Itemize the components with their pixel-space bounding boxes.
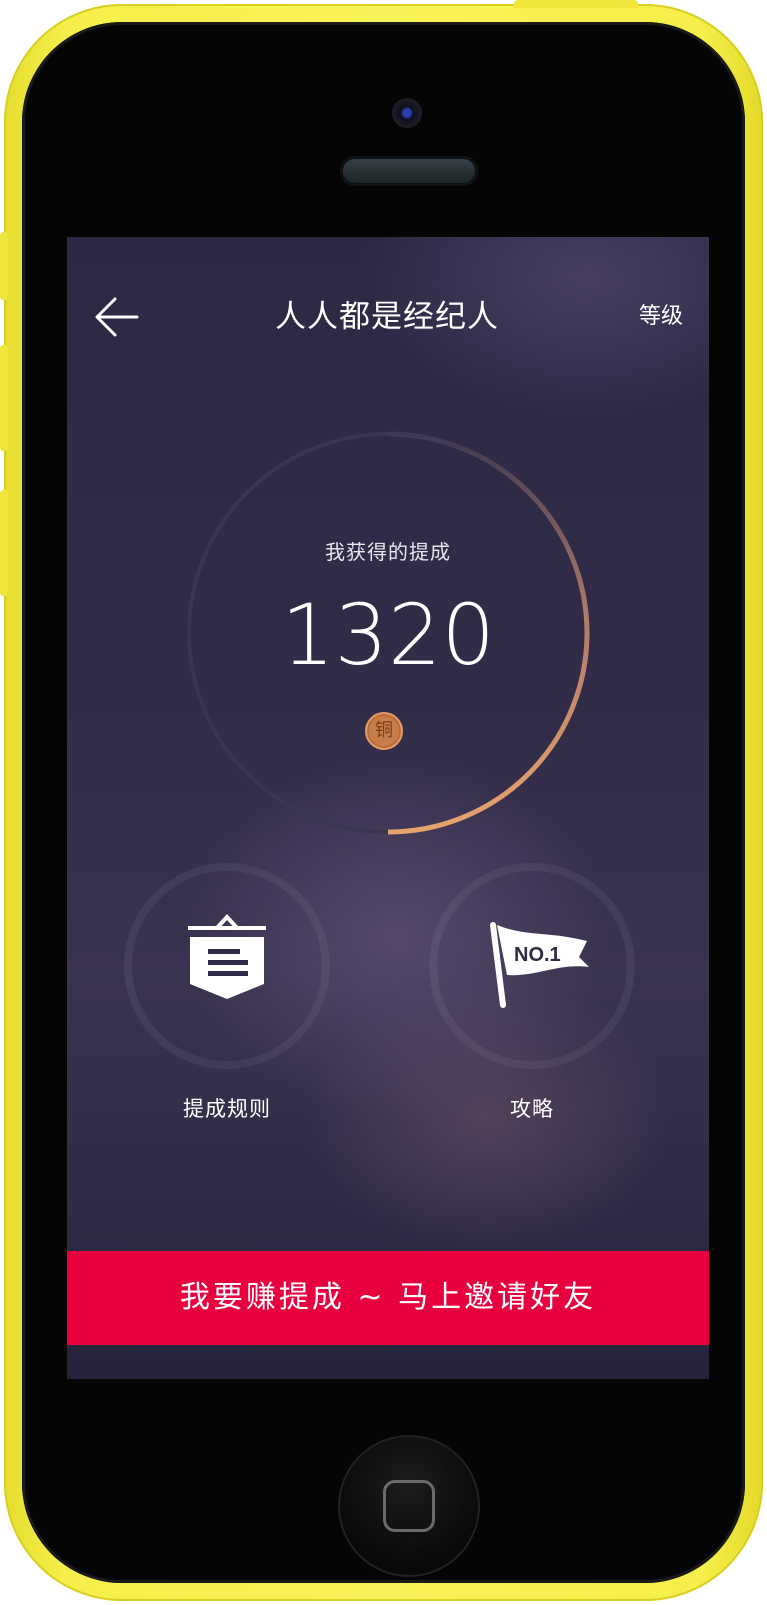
app-screen: 人人都是经纪人 等级 我获得的提成 1320 铜 NO.1 提成规则 攻略 我要…: [67, 237, 709, 1379]
volume-up-button: [0, 345, 8, 451]
home-square-icon: [383, 1480, 435, 1532]
page-title: 人人都是经纪人: [275, 299, 499, 335]
earnings-value: 1320: [281, 586, 495, 684]
arrow-left-icon: [95, 297, 139, 337]
shield-document-icon: [188, 914, 266, 999]
earnings-caption: 我获得的提成: [325, 540, 451, 564]
invite-friends-button[interactable]: 我要赚提成 ~ 马上邀请好友: [67, 1251, 709, 1345]
home-button[interactable]: [338, 1435, 480, 1577]
copper-medal-icon: 铜: [365, 712, 403, 750]
level-link[interactable]: 等级: [639, 297, 683, 337]
flag-icon: NO.1: [490, 922, 589, 1008]
earpiece-speaker: [340, 156, 478, 186]
mute-switch: [0, 232, 8, 300]
commission-rules-button[interactable]: [124, 863, 330, 1069]
volume-down-button: [0, 490, 8, 596]
commission-rules-label[interactable]: 提成规则: [124, 1093, 330, 1123]
power-button: [514, 0, 638, 8]
guide-button[interactable]: NO.1: [429, 863, 635, 1069]
earnings-ring: 我获得的提成 1320 铜: [185, 430, 591, 836]
flag-label: NO.1: [514, 944, 561, 966]
guide-label[interactable]: 攻略: [429, 1093, 635, 1123]
front-camera: [392, 98, 422, 128]
back-button[interactable]: [93, 293, 141, 341]
